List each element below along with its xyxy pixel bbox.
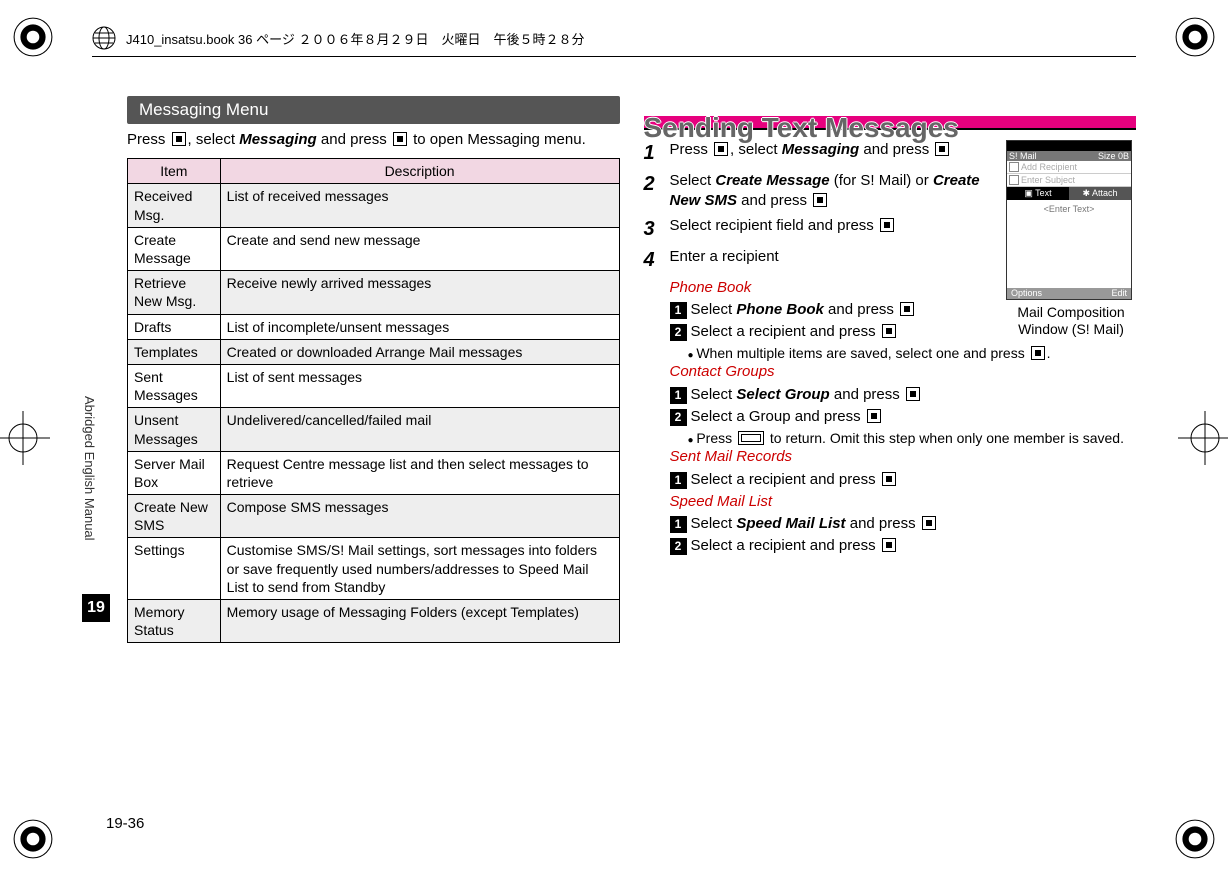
key-icon [714, 142, 728, 156]
col-right: Sending Text Messages S! MailSize 0B Add… [644, 96, 1137, 806]
table-row: Memory StatusMemory usage of Messaging F… [128, 600, 620, 643]
reg-mark-icon [1174, 16, 1216, 58]
table-row: DraftsList of incomplete/unsent messages [128, 314, 620, 339]
side-tab-label: Abridged English Manual [82, 96, 99, 806]
key-icon [813, 193, 827, 207]
headline-text: Sending Text Messages [644, 112, 959, 144]
menu-table: ItemDescription Received Msg.List of rec… [127, 158, 620, 643]
crop-cross-icon [1178, 411, 1228, 465]
sub-heading: Speed Mail List [670, 493, 773, 510]
key-icon [1031, 346, 1045, 360]
key-icon [882, 538, 896, 552]
divider [92, 56, 1136, 57]
key-icon [922, 516, 936, 530]
crop-cross-icon [0, 411, 50, 465]
th-desc: Description [220, 159, 619, 184]
table-row: Create MessageCreate and send new messag… [128, 227, 620, 270]
note: Press to return. Omit this step when onl… [688, 429, 1137, 447]
table-row: Create New SMSCompose SMS messages [128, 495, 620, 538]
recipient-icon [1009, 162, 1019, 172]
key-icon [935, 142, 949, 156]
table-row: Received Msg.List of received messages [128, 184, 620, 227]
key-icon [900, 302, 914, 316]
substep: 1Select Select Group and press [670, 385, 1137, 405]
step-3: 3Select recipient field and press [644, 216, 999, 243]
table-row: Sent MessagesList of sent messages [128, 364, 620, 407]
reg-mark-icon [12, 818, 54, 860]
phone-caption: Mail Composition Window (S! Mail) [1006, 304, 1136, 338]
sub-heading: Contact Groups [670, 363, 775, 380]
key-icon [880, 218, 894, 232]
tab-text: ▣ Text [1007, 187, 1069, 200]
substep: 1Select a recipient and press [670, 470, 1137, 490]
table-row: Unsent MessagesUndelivered/cancelled/fai… [128, 408, 620, 451]
table-row: SettingsCustomise SMS/S! Mail settings, … [128, 538, 620, 600]
key-icon [906, 387, 920, 401]
table-row: Server Mail BoxRequest Centre message li… [128, 451, 620, 494]
key-icon [867, 409, 881, 423]
key-icon [882, 472, 896, 486]
step-2: 2Select Create Message (for S! Mail) or … [644, 171, 999, 212]
globe-icon [92, 26, 116, 50]
table-row: Retrieve New Msg.Receive newly arrived m… [128, 271, 620, 314]
col-left: Messaging Menu Press , select Messaging … [127, 96, 620, 806]
tab-attach: ✱ Attach [1069, 187, 1131, 200]
key-icon [882, 324, 896, 338]
key-icon [172, 132, 186, 146]
sub-heading: Phone Book [670, 279, 752, 296]
subject-icon [1009, 175, 1019, 185]
reg-mark-icon [12, 16, 54, 58]
step-1: 1Press , select Messaging and press [644, 140, 999, 167]
section-title: Messaging Menu [127, 96, 620, 124]
headline: Sending Text Messages [644, 116, 1137, 130]
print-header-text: J410_insatsu.book 36 ページ ２００６年８月２９日 火曜日 … [126, 29, 584, 48]
step-4: 4Enter a recipient [644, 247, 999, 274]
substep: 2Select a Group and press [670, 407, 1137, 427]
substep: 1Select Speed Mail List and press [670, 514, 1137, 534]
table-row: TemplatesCreated or downloaded Arrange M… [128, 339, 620, 364]
key-icon [393, 132, 407, 146]
print-header: J410_insatsu.book 36 ページ ２００６年８月２９日 火曜日 … [92, 26, 584, 50]
sub-heading: Sent Mail Records [670, 448, 793, 465]
substep: 2Select a recipient and press [670, 536, 1137, 556]
reg-mark-icon [1174, 818, 1216, 860]
phone-figure: S! MailSize 0B Add Recipient Enter Subje… [1006, 140, 1136, 338]
intro-text: Press , select Messaging and press to op… [127, 130, 620, 150]
phone-screen: S! MailSize 0B Add Recipient Enter Subje… [1006, 140, 1132, 300]
back-key-icon [738, 431, 764, 445]
th-item: Item [128, 159, 221, 184]
note: When multiple items are saved, select on… [688, 344, 1137, 362]
page-number: 19-36 [106, 815, 144, 832]
